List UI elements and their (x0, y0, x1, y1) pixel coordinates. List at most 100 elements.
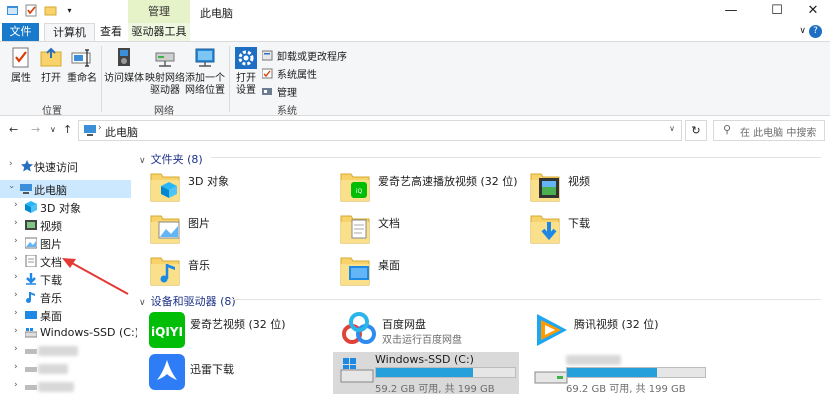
nav-item-desktop[interactable]: › 桌面 (0, 306, 131, 324)
nav-item-windows-ssd[interactable]: › Windows-SSD (C:) (0, 324, 139, 342)
expand-chevron-icon[interactable]: › (14, 218, 18, 228)
search-box[interactable]: ⚲ 在 此电脑 中搜索 (713, 120, 825, 141)
devices-section-header[interactable]: ∨ 设备和驱动器 (8) (139, 293, 236, 309)
close-button[interactable]: ✕ (796, 0, 830, 23)
nav-item-videos[interactable]: › 视频 (0, 216, 131, 234)
expand-chevron-icon[interactable]: › (14, 380, 18, 390)
drive-icon (25, 381, 37, 393)
folder-videos[interactable]: 视频 (517, 168, 697, 208)
nav-item-drive-hidden[interactable]: › (0, 360, 131, 378)
properties-button[interactable]: 属性 (6, 46, 36, 85)
nav-this-pc[interactable]: › 此电脑 (0, 180, 131, 198)
customize-qat-icon[interactable]: ▾ (63, 4, 76, 17)
group-label-network: 网络 (154, 106, 174, 117)
rename-button[interactable]: 重命名 (66, 46, 98, 85)
star-icon (21, 160, 33, 172)
nav-quick-access[interactable]: › 快速访问 (0, 157, 131, 175)
minimize-button[interactable]: — (708, 0, 754, 23)
manage-icon (262, 86, 273, 97)
open-settings-button[interactable]: 打开 设置 (232, 46, 260, 97)
tab-file[interactable]: 文件 (2, 23, 39, 41)
folder-desktop[interactable]: 桌面 (327, 252, 507, 292)
breadcrumb-chevron-icon[interactable]: › (98, 123, 102, 133)
device-tencent-video[interactable]: 腾讯视频 (32 位) (523, 310, 708, 352)
music-folder-icon (149, 252, 181, 288)
new-folder-qat-icon[interactable] (44, 4, 57, 17)
folders-section-header[interactable]: ∨ 文件夹 (8) (139, 151, 203, 167)
up-arrow-icon[interactable]: ↑ (63, 123, 72, 136)
nav-item-downloads[interactable]: › 下载 (0, 270, 131, 288)
tencent-video-icon (531, 310, 571, 350)
group-label-location: 位置 (42, 106, 62, 117)
collapse-ribbon-icon[interactable]: ∨ (799, 26, 806, 36)
cube-folder-icon (149, 168, 181, 204)
nav-item-drive-hidden[interactable]: › (0, 378, 131, 396)
expand-chevron-icon[interactable]: › (14, 308, 18, 318)
settings-gear-icon (234, 46, 258, 70)
maximize-button[interactable]: ☐ (754, 0, 800, 23)
device-windows-ssd[interactable]: Windows-SSD (C:) 59.2 GB 可用, 共 199 GB (333, 352, 519, 395)
tab-computer[interactable]: 计算机 (44, 23, 95, 41)
explorer-window: ▾ 管理 此电脑 — ☐ ✕ 文件 计算机 查看 驱动器工具 ∨ ? 属性 打开… (0, 0, 830, 400)
download-folder-icon (529, 210, 561, 246)
xunlei-bird-icon (147, 352, 187, 392)
context-tab-manage[interactable]: 管理 (128, 0, 190, 23)
collapse-chevron-icon[interactable]: › (6, 185, 16, 189)
device-iqiyi[interactable]: iQIYI 爱奇艺视频 (32 位) (139, 310, 324, 352)
recent-locations-chevron-icon[interactable]: ∨ (50, 125, 56, 134)
folder-iqiyi-video[interactable]: iQ 爱奇艺高速播放视频 (32 位) (327, 168, 518, 208)
add-network-location-button[interactable]: 添加一个 网络位置 (185, 46, 225, 97)
folder-music[interactable]: 音乐 (137, 252, 317, 292)
folder-documents[interactable]: 文档 (327, 210, 507, 250)
forward-arrow-icon[interactable]: → (31, 123, 40, 136)
folder-pictures[interactable]: 图片 (137, 210, 317, 250)
expand-chevron-icon[interactable]: › (14, 344, 18, 354)
expand-chevron-icon[interactable]: › (14, 272, 18, 282)
expand-chevron-icon[interactable]: › (14, 236, 18, 246)
folder-downloads[interactable]: 下载 (517, 210, 697, 250)
expand-chevron-icon[interactable]: › (14, 254, 18, 264)
device-xunlei[interactable]: 迅雷下载 (139, 352, 324, 394)
system-properties-button[interactable]: 系统属性 (261, 66, 317, 81)
open-button[interactable]: 打开 (38, 46, 64, 85)
expand-chevron-icon[interactable]: › (14, 290, 18, 300)
window-title: 此电脑 (200, 7, 233, 20)
breadcrumb[interactable]: 此电脑 (105, 124, 138, 140)
address-dropdown-icon[interactable]: ∨ (669, 124, 675, 133)
collapse-chevron-icon[interactable]: ∨ (139, 298, 146, 308)
tab-view[interactable]: 查看 (92, 23, 130, 41)
expand-chevron-icon[interactable]: › (14, 362, 18, 372)
search-icon: ⚲ (723, 123, 732, 136)
redacted-label (38, 382, 74, 392)
manage-button[interactable]: 管理 (262, 84, 297, 99)
expand-chevron-icon[interactable]: › (9, 159, 13, 169)
explorer-app-icon (6, 4, 19, 17)
nav-item-pictures[interactable]: › 图片 (0, 234, 131, 252)
address-bar[interactable]: › 此电脑 ∨ (78, 120, 682, 141)
device-baidu-netdisk[interactable]: 百度网盘 双击运行百度网盘 (331, 310, 516, 352)
expand-chevron-icon[interactable]: › (14, 326, 18, 336)
nav-item-drive-hidden[interactable]: › (0, 342, 131, 360)
uninstall-icon (261, 50, 273, 61)
device-drive-d[interactable]: 69.2 GB 可用, 共 199 GB (523, 352, 708, 395)
content-pane: ∨ 文件夹 (8) 3D 对象 iQ 爱奇艺高速播放视频 (32 位) 视频图片 文档 下载… (137, 146, 830, 400)
map-network-drive-button[interactable]: 映射网络 驱动器 (143, 46, 187, 97)
nav-item-music[interactable]: › 音乐 (0, 288, 131, 306)
tab-drive-tools[interactable]: 驱动器工具 (128, 23, 190, 41)
uninstall-program-button[interactable]: 卸载或更改程序 (261, 48, 347, 63)
back-arrow-icon[interactable]: ← (9, 123, 18, 136)
ribbon-separator (229, 46, 230, 112)
expand-chevron-icon[interactable]: › (14, 200, 18, 210)
collapse-chevron-icon[interactable]: ∨ (139, 156, 146, 166)
folder-3d-objects[interactable]: 3D 对象 (137, 168, 317, 208)
refresh-button[interactable]: ↻ (685, 120, 707, 141)
nav-item-3d-objects[interactable]: › 3D 对象 (0, 198, 131, 216)
help-icon[interactable]: ? (809, 25, 822, 38)
network-drive-icon (153, 46, 177, 70)
properties-qat-icon[interactable] (25, 4, 38, 17)
access-media-button[interactable]: 访问媒体 (104, 46, 144, 85)
address-row: ← → ∨ ↑ › 此电脑 ∨ ↻ ⚲ 在 此电脑 中搜索 (0, 116, 830, 144)
nav-item-documents[interactable]: › 文档 (0, 252, 131, 270)
windows-drive-icon (337, 352, 377, 392)
iqiyi-icon: iQIYI (147, 310, 187, 350)
